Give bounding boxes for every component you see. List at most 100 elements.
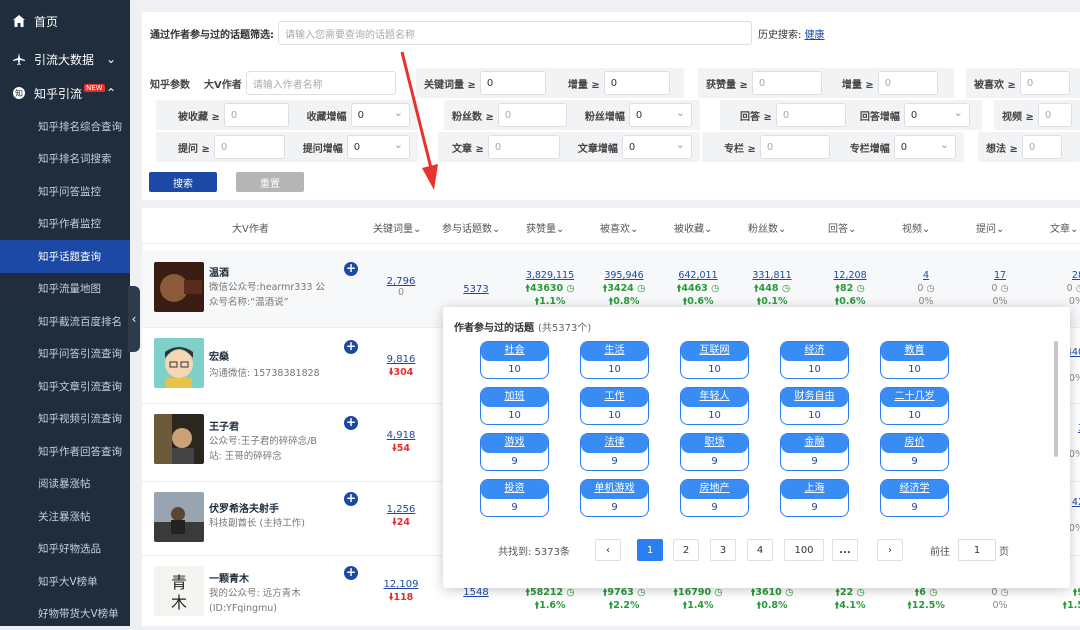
author-name[interactable]: 伏罗希洛夫射手	[209, 500, 279, 515]
topic-tag-name[interactable]: 工作	[581, 388, 648, 407]
history-link[interactable]: 健康	[805, 30, 825, 41]
topic-tag[interactable]: 经济学9	[880, 479, 949, 517]
sidebar-item[interactable]: 知乎排名词搜索	[0, 143, 130, 176]
liked-input[interactable]: 0	[1020, 71, 1070, 95]
sidebar-item[interactable]: 知乎视频引流查询	[0, 403, 130, 436]
topic-tag-name[interactable]: 社会	[481, 342, 548, 361]
author-name[interactable]: 温酒	[209, 264, 229, 279]
topic-tag-name[interactable]: 教育	[881, 342, 948, 361]
fans-inc-select[interactable]: 0	[629, 103, 692, 127]
topic-tag[interactable]: 经济10	[780, 341, 849, 379]
fav-value[interactable]: 642,011	[668, 269, 728, 282]
topic-tag-name[interactable]: 单机游戏	[581, 480, 648, 499]
video-value[interactable]: 4	[896, 269, 956, 282]
fans-value[interactable]: 331,811	[742, 269, 802, 282]
sidebar-item[interactable]: 阅读暴涨帖	[0, 468, 130, 501]
topic-tag-name[interactable]: 游戏	[481, 434, 548, 453]
topic-tag[interactable]: 房价9	[880, 433, 949, 471]
topics-count[interactable]: 5373	[458, 284, 494, 295]
keyword-count[interactable]: 9,816	[381, 354, 421, 365]
topic-tag-name[interactable]: 上海	[781, 480, 848, 499]
keyword-count[interactable]: 12,109	[381, 579, 421, 590]
art-value[interactable]: 28	[1044, 269, 1080, 282]
topic-tag-name[interactable]: 经济	[781, 342, 848, 361]
topic-tag[interactable]: 社会10	[480, 341, 549, 379]
sidebar-item[interactable]: 知乎话题查询	[0, 240, 130, 273]
sidebar-item[interactable]: 知乎问答引流查询	[0, 338, 130, 371]
incr2-input[interactable]: 0	[878, 71, 938, 95]
reset-button[interactable]: 重置	[236, 172, 304, 192]
topic-tag[interactable]: 加班10	[480, 387, 549, 425]
topic-search-input[interactable]: 请输入您需要查询的话题名称	[278, 21, 752, 45]
prev-page-button[interactable]: ‹	[595, 539, 621, 561]
topic-tag[interactable]: 上海9	[780, 479, 849, 517]
topic-tag[interactable]: 房地产9	[680, 479, 749, 517]
th-liked[interactable]: 被喜欢⌄	[600, 220, 638, 235]
topic-tag[interactable]: 工作10	[580, 387, 649, 425]
add-author-button[interactable]: +	[344, 492, 358, 506]
author-name[interactable]: 王子君	[209, 418, 239, 433]
topic-tag-name[interactable]: 投资	[481, 480, 548, 499]
topic-tag[interactable]: 单机游戏9	[580, 479, 649, 517]
art-inc-select[interactable]: 0	[622, 135, 692, 159]
sidebar-item[interactable]: 知乎作者监控	[0, 208, 130, 241]
page-button[interactable]: 4	[747, 539, 773, 561]
popup-scrollbar[interactable]	[1054, 341, 1058, 457]
topic-tag-name[interactable]: 加班	[481, 388, 548, 407]
th-likes[interactable]: 获赞量⌄	[526, 220, 564, 235]
author-name[interactable]: 宏燊	[209, 348, 229, 363]
page-button[interactable]: 3	[710, 539, 736, 561]
sidebar-item[interactable]: 知乎问答监控	[0, 175, 130, 208]
add-author-button[interactable]: +	[344, 566, 358, 580]
topic-tag[interactable]: 财务自由10	[780, 387, 849, 425]
add-author-button[interactable]: +	[344, 340, 358, 354]
art-input[interactable]: 0	[488, 135, 560, 159]
fans-input[interactable]: 0	[498, 103, 567, 127]
more-pages-button[interactable]: ...	[832, 539, 858, 561]
topic-tag-name[interactable]: 年轻人	[681, 388, 748, 407]
sidebar-item[interactable]: 知乎流量地图	[0, 273, 130, 306]
topic-tag[interactable]: 法律9	[580, 433, 649, 471]
topic-tag-name[interactable]: 二十几岁	[881, 388, 948, 407]
col-inc-select[interactable]: 0	[894, 135, 956, 159]
add-author-button[interactable]: +	[344, 262, 358, 276]
th-fans[interactable]: 粉丝数⌄	[748, 220, 786, 235]
video-input[interactable]: 0	[1038, 103, 1072, 127]
topic-tag[interactable]: 年轻人10	[680, 387, 749, 425]
keyword-count[interactable]: 2,796	[381, 276, 421, 287]
keyword-count[interactable]: 4,918	[381, 430, 421, 441]
ans-input[interactable]: 0	[776, 103, 846, 127]
add-author-button[interactable]: +	[344, 416, 358, 430]
sidebar-item[interactable]: 好物带货大V榜单	[0, 598, 130, 630]
idea-input[interactable]: 0	[1022, 135, 1062, 159]
topic-tag-name[interactable]: 房地产	[681, 480, 748, 499]
sidebar-item[interactable]: 知乎好物选品	[0, 533, 130, 566]
topic-tag[interactable]: 生活10	[580, 341, 649, 379]
author-name[interactable]: 一颗青木	[209, 570, 249, 585]
sidebar-item[interactable]: 知乎文章引流查询	[0, 370, 130, 403]
th-art[interactable]: 文章⌄	[1050, 220, 1078, 235]
topic-tag[interactable]: 二十几岁10	[880, 387, 949, 425]
topic-tag[interactable]: 金融9	[780, 433, 849, 471]
topic-tag[interactable]: 互联网10	[680, 341, 749, 379]
sidebar-item[interactable]: 知乎作者回答查询	[0, 435, 130, 468]
topic-tag-name[interactable]: 金融	[781, 434, 848, 453]
topic-tag-name[interactable]: 经济学	[881, 480, 948, 499]
likes-input[interactable]: 0	[752, 71, 822, 95]
sidebar-group-zhihu[interactable]: 知 知乎引流 NEW ⌃	[0, 76, 130, 110]
keyword-input[interactable]: 0	[480, 71, 546, 95]
likes-value[interactable]: 3,829,115	[520, 269, 580, 282]
sidebar-item[interactable]: 知乎排名综合查询	[0, 110, 130, 143]
topic-tag[interactable]: 投资9	[480, 479, 549, 517]
th-topics[interactable]: 参与话题数⌄	[442, 220, 500, 235]
keyword-count[interactable]: 1,256	[381, 504, 421, 515]
fav-input[interactable]: 0	[224, 103, 289, 127]
th-video[interactable]: 视频⌄	[902, 220, 930, 235]
ans-value[interactable]: 12,208	[820, 269, 880, 282]
topic-tag[interactable]: 职场9	[680, 433, 749, 471]
goto-page-input[interactable]: 1	[958, 539, 996, 561]
sidebar-item[interactable]: 知乎截流百度排名	[0, 305, 130, 338]
topics-count[interactable]: 1548	[458, 587, 494, 598]
liked-value[interactable]: 395,946	[594, 269, 654, 282]
th-ans[interactable]: 回答⌄	[828, 220, 856, 235]
